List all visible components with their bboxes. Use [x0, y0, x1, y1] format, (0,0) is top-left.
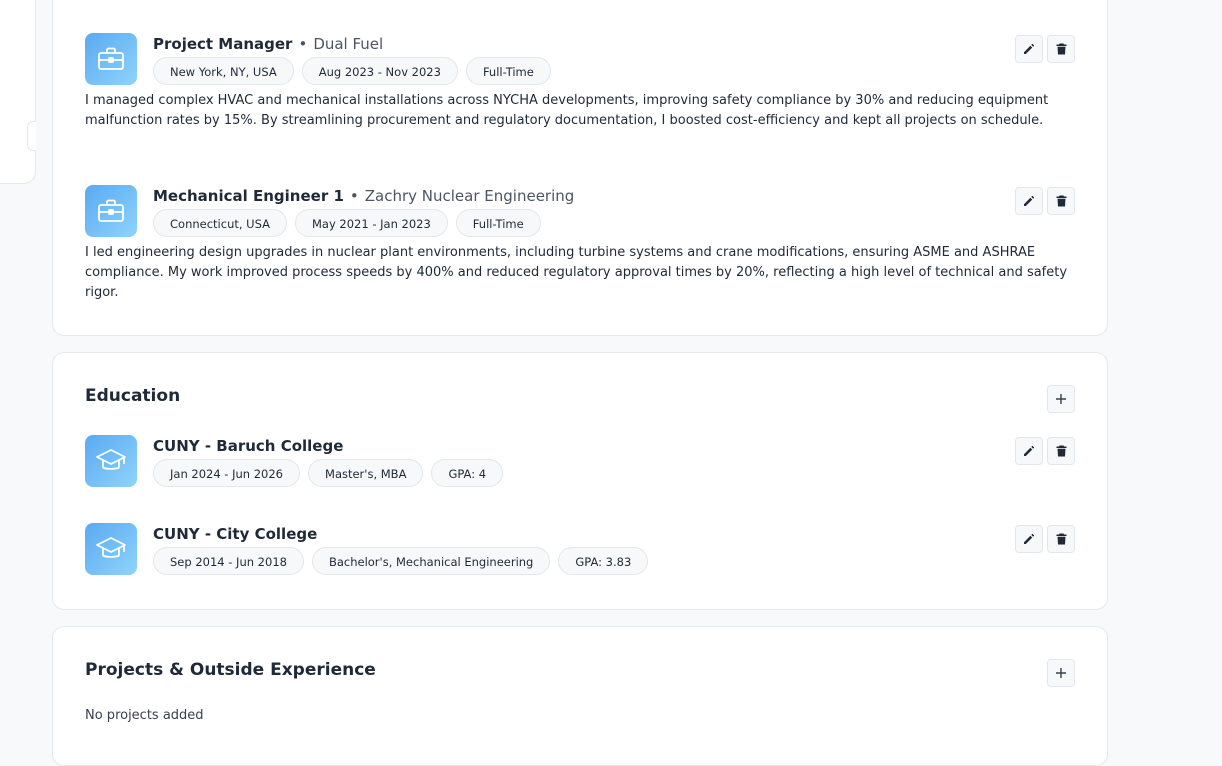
add-project-button[interactable] — [1047, 659, 1075, 687]
trash-icon — [1056, 195, 1066, 207]
section-title-projects: Projects & Outside Experience — [85, 660, 376, 680]
education-tags: Sep 2014 - Jun 2018 Bachelor's, Mechanic… — [153, 547, 649, 575]
school-name: CUNY - City College — [153, 525, 318, 543]
education-card: Education CUNY - Baruch College Jan 2024… — [52, 352, 1108, 610]
pencil-icon — [1024, 533, 1035, 544]
education-entry: CUNY - City College Sep 2014 - Jun 2018 … — [85, 523, 1075, 583]
graduation-cap-icon — [96, 449, 126, 470]
projects-empty-state: No projects added — [85, 708, 204, 723]
job-description: I managed complex HVAC and mechanical in… — [85, 93, 1049, 128]
company-name: Dual Fuel — [313, 35, 384, 53]
section-title-education: Education — [85, 386, 181, 406]
gpa-tag: GPA: 3.83 — [558, 547, 649, 575]
pencil-icon — [1024, 445, 1035, 456]
entry-actions — [1015, 525, 1075, 553]
company-logo — [85, 33, 137, 85]
briefcase-icon — [98, 199, 124, 222]
school-name: CUNY - Baruch College — [153, 437, 344, 455]
entry-actions — [1015, 35, 1075, 63]
edit-button[interactable] — [1015, 187, 1043, 215]
experience-tags: New York, NY, USA Aug 2023 - Nov 2023 Fu… — [153, 57, 551, 85]
experience-entry: Mechanical Engineer 1 • Zachry Nuclear E… — [85, 185, 1075, 325]
gpa-tag: GPA: 4 — [431, 459, 504, 487]
plus-icon — [1056, 668, 1066, 678]
trash-icon — [1056, 445, 1066, 457]
add-education-button[interactable] — [1047, 385, 1075, 413]
sidebar-card-control[interactable] — [27, 121, 36, 151]
dates-tag: Sep 2014 - Jun 2018 — [153, 547, 304, 575]
degree-tag: Master's, MBA — [308, 459, 424, 487]
dates-tag: Jan 2024 - Jun 2026 — [153, 459, 301, 487]
company-logo — [85, 185, 137, 237]
education-title-row: CUNY - City College — [153, 523, 317, 545]
edit-button[interactable] — [1015, 35, 1043, 63]
experience-tags: Connecticut, USA May 2021 - Jan 2023 Ful… — [153, 209, 541, 237]
separator-dot: • — [349, 187, 359, 205]
trash-icon — [1056, 43, 1066, 55]
location-tag: New York, NY, USA — [153, 57, 294, 85]
edit-button[interactable] — [1015, 437, 1043, 465]
plus-icon — [1056, 394, 1066, 404]
job-title: Mechanical Engineer 1 — [153, 187, 344, 205]
school-logo — [85, 523, 137, 575]
dates-tag: May 2021 - Jan 2023 — [294, 209, 448, 237]
sidebar-card — [0, 0, 36, 184]
employment-type-tag: Full-Time — [465, 57, 551, 85]
dates-tag: Aug 2023 - Nov 2023 — [301, 57, 458, 85]
briefcase-icon — [98, 47, 124, 70]
education-title-row: CUNY - Baruch College — [153, 435, 343, 457]
entry-actions — [1015, 187, 1075, 215]
delete-button[interactable] — [1047, 525, 1075, 553]
entry-actions — [1015, 437, 1075, 465]
school-logo — [85, 435, 137, 487]
job-description: I led engineering design upgrades in nuc… — [85, 245, 1068, 300]
education-tags: Jan 2024 - Jun 2026 Master's, MBA GPA: 4 — [153, 459, 504, 487]
employment-type-tag: Full-Time — [455, 209, 541, 237]
delete-button[interactable] — [1047, 35, 1075, 63]
experience-title-row: Project Manager • Dual Fuel — [153, 33, 383, 55]
education-entry: CUNY - Baruch College Jan 2024 - Jun 202… — [85, 435, 1075, 495]
company-name: Zachry Nuclear Engineering — [364, 187, 575, 205]
trash-icon — [1056, 533, 1066, 545]
pencil-icon — [1024, 195, 1035, 206]
experience-card: Project Manager • Dual Fuel New York, NY… — [52, 0, 1108, 336]
delete-button[interactable] — [1047, 187, 1075, 215]
projects-card: Projects & Outside Experience No project… — [52, 626, 1108, 766]
experience-entry: Project Manager • Dual Fuel New York, NY… — [85, 33, 1075, 173]
location-tag: Connecticut, USA — [153, 209, 287, 237]
pencil-icon — [1024, 43, 1035, 54]
graduation-cap-icon — [96, 537, 126, 558]
job-title: Project Manager — [153, 35, 293, 53]
edit-button[interactable] — [1015, 525, 1043, 553]
separator-dot: • — [298, 35, 308, 53]
degree-tag: Bachelor's, Mechanical Engineering — [311, 547, 551, 575]
experience-title-row: Mechanical Engineer 1 • Zachry Nuclear E… — [153, 185, 574, 207]
delete-button[interactable] — [1047, 437, 1075, 465]
